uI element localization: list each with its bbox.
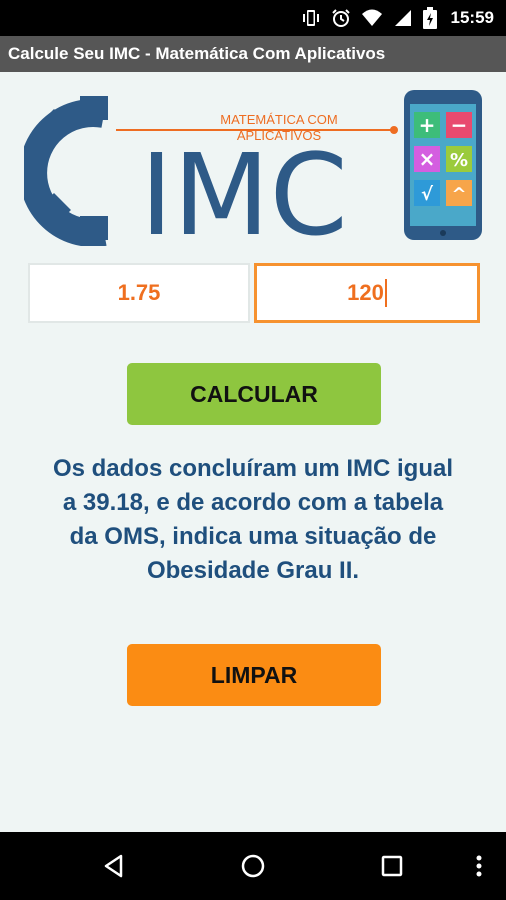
- svg-text:×: ×: [419, 147, 436, 171]
- svg-text:−: −: [451, 113, 468, 137]
- back-button[interactable]: [84, 832, 144, 900]
- logo-caption: MATEMÁTICA COM APLICATIVOS: [174, 112, 384, 144]
- logo-caption-line1: MATEMÁTICA COM: [220, 112, 338, 127]
- svg-text:√: √: [421, 184, 434, 205]
- alarm-icon: [331, 8, 351, 28]
- status-time: 15:59: [450, 8, 494, 27]
- imc-logo: IMC + − × % √ ^ MATEMÁTICA COM APLICATIV…: [19, 90, 484, 261]
- result-line: Obesidade Grau II.: [146, 557, 360, 584]
- clear-button[interactable]: LIMPAR: [127, 644, 381, 706]
- svg-text:^: ^: [451, 184, 466, 205]
- overflow-menu-icon: [476, 855, 482, 877]
- logo-caption-line2: APLICATIVOS: [236, 128, 322, 143]
- overflow-menu-button[interactable]: [464, 832, 494, 900]
- status-bar: 15:59: [0, 0, 506, 36]
- calculate-button[interactable]: CALCULAR: [127, 363, 381, 425]
- cell-signal-icon: [393, 8, 413, 28]
- result-text: Os dados concluíram um IMC igual a 39.18…: [20, 452, 486, 588]
- recents-button[interactable]: [362, 832, 422, 900]
- home-icon: [241, 854, 265, 878]
- back-icon: [104, 854, 123, 878]
- svg-text:%: %: [450, 150, 468, 171]
- app-title: Calcule Seu IMC - Matemática Com Aplicat…: [8, 44, 386, 63]
- recents-icon: [381, 855, 403, 877]
- vibrate-icon: [301, 8, 321, 28]
- navigation-bar: [0, 832, 506, 900]
- wifi-icon: [361, 8, 383, 28]
- result-line: Os dados concluíram um IMC igual: [52, 455, 454, 482]
- weight-value: 120: [347, 280, 384, 305]
- weight-input[interactable]: 120: [254, 263, 480, 323]
- height-value: 1.75: [117, 280, 161, 305]
- calculator-phone-icon: + − × % √ ^: [404, 90, 482, 240]
- battery-charging-icon: [422, 7, 437, 29]
- svg-text:+: +: [419, 113, 436, 137]
- result-line: a 39.18, e de acordo com a tabela: [62, 489, 444, 516]
- home-button[interactable]: [223, 832, 283, 900]
- gear-icon: [19, 96, 108, 247]
- app-title-bar: Calcule Seu IMC - Matemática Com Aplicat…: [0, 36, 506, 72]
- height-input[interactable]: 1.75: [28, 263, 250, 323]
- calculate-button-label: CALCULAR: [190, 380, 318, 407]
- logo-word: IMC: [140, 131, 348, 246]
- text-cursor: [384, 279, 387, 307]
- result-line: da OMS, indica uma situação de: [69, 523, 437, 550]
- clear-button-label: LIMPAR: [210, 661, 298, 688]
- main-content: IMC + − × % √ ^ MATEMÁTICA COM APLICATIV…: [0, 72, 506, 832]
